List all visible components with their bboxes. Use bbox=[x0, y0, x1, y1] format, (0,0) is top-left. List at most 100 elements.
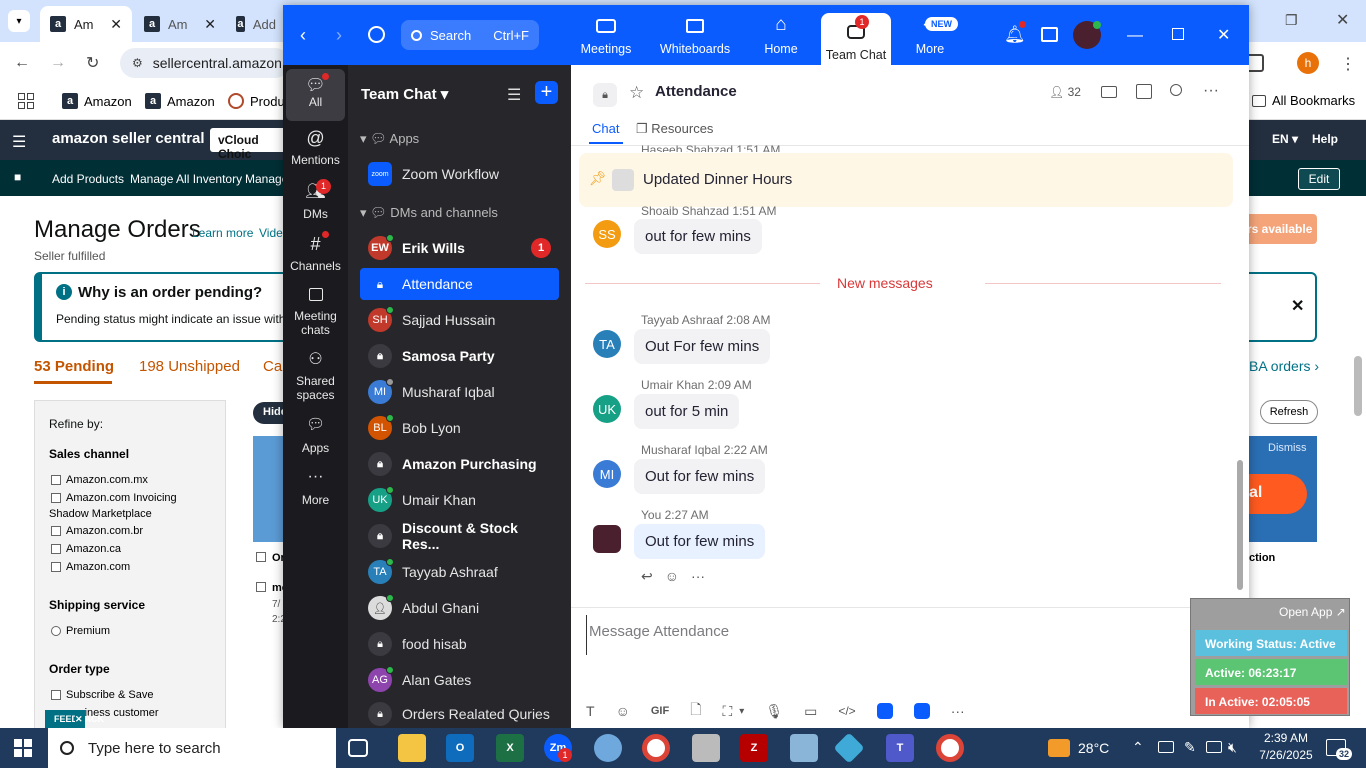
channel-checkbox[interactable]: Amazon.com.br bbox=[51, 525, 143, 537]
emoji-icon[interactable]: ☺︎ bbox=[616, 703, 630, 719]
message-bubble[interactable]: Out for few mins bbox=[634, 524, 766, 559]
volume-muted-icon[interactable]: 🔇︎ bbox=[1228, 739, 1237, 756]
dismiss-link[interactable]: Dismiss bbox=[1268, 442, 1307, 454]
restore-window-icon[interactable]: ❐ bbox=[1285, 12, 1298, 29]
members-count[interactable]: 👤︎ 32 bbox=[1049, 85, 1081, 99]
site-info-icon[interactable]: ⚙ bbox=[132, 56, 143, 70]
browser-tab[interactable]: a Add bbox=[226, 6, 286, 42]
avatar[interactable] bbox=[593, 525, 621, 553]
channel-checkbox[interactable]: Amazon.com bbox=[51, 561, 130, 573]
emoji-reaction-icon[interactable]: ☺︎ bbox=[665, 568, 679, 585]
help-link[interactable]: Help bbox=[1312, 132, 1338, 146]
list-item-attendance[interactable]: 🔒︎ Attendance bbox=[360, 268, 559, 300]
clock[interactable]: 2:39 AM 7/26/2025 bbox=[1256, 731, 1316, 762]
fba-orders-link[interactable]: BA orders › bbox=[1249, 358, 1319, 374]
close-info-icon[interactable]: ✕ bbox=[1291, 296, 1304, 316]
apps-section-header[interactable]: ▾ 💬︎ Apps bbox=[360, 131, 419, 147]
video-message-icon[interactable]: ▭ bbox=[804, 703, 817, 720]
list-item-abdul-ghani[interactable]: 👤︎ Abdul Ghani bbox=[360, 592, 559, 624]
calendar-icon[interactable] bbox=[1041, 27, 1058, 42]
avatar[interactable]: MI bbox=[593, 460, 621, 488]
channel-checkbox[interactable]: Amazon.com Invoicing bbox=[51, 492, 177, 504]
filezilla-icon[interactable]: Z bbox=[740, 734, 768, 762]
tab-search-chevron-icon[interactable]: ▾ bbox=[8, 10, 30, 32]
list-item-sajjad-hussain[interactable]: SH Sajjad Hussain bbox=[360, 304, 559, 336]
zoom-docs-icon[interactable] bbox=[876, 703, 893, 719]
nav-add-products[interactable]: Add Products bbox=[52, 172, 124, 186]
rail-mentions[interactable]: @ Mentions bbox=[286, 127, 345, 173]
bookmark-item[interactable]: a Amazon bbox=[62, 93, 132, 109]
close-icon[interactable]: ✕ bbox=[1217, 25, 1230, 45]
home-tab[interactable]: ⌂ Home bbox=[755, 15, 807, 57]
bookmark-icon[interactable]: ■ bbox=[14, 170, 21, 184]
page-scrollbar-thumb[interactable] bbox=[1354, 356, 1362, 416]
message-input[interactable]: Message Attendance bbox=[586, 615, 1186, 655]
account-selector[interactable]: vCloud Choic bbox=[210, 128, 290, 161]
tab-pending[interactable]: 53 Pending bbox=[34, 358, 114, 375]
history-icon[interactable] bbox=[368, 26, 385, 43]
dms-section-header[interactable]: ▾ 💬︎ DMs and channels bbox=[360, 205, 498, 221]
whiteboard-share-icon[interactable] bbox=[913, 703, 930, 719]
forward-icon[interactable]: → bbox=[50, 54, 66, 72]
new-chat-button[interactable]: + bbox=[535, 81, 558, 104]
rail-meeting-chats[interactable]: Meeting chats bbox=[286, 285, 345, 343]
screenshot-icon[interactable]: ⛶ bbox=[722, 703, 732, 720]
channel-checkbox[interactable]: Amazon.ca bbox=[51, 543, 121, 555]
browser-tab-active[interactable]: a Am ✕ bbox=[40, 6, 132, 42]
promo-cta-button[interactable]: al bbox=[1245, 474, 1307, 514]
calendar-icon[interactable] bbox=[1136, 84, 1152, 99]
list-item-samosa-party[interactable]: 🔒︎ Samosa Party bbox=[360, 340, 559, 372]
maximize-icon[interactable] bbox=[1172, 28, 1184, 40]
chevron-down-icon[interactable]: ▾ bbox=[739, 706, 744, 717]
back-icon[interactable]: ‹ bbox=[300, 25, 306, 46]
orders-available-banner[interactable]: rs available bbox=[1247, 214, 1317, 244]
browser-tab[interactable]: a Am ✕ bbox=[134, 6, 226, 42]
close-tab-icon[interactable]: ✕ bbox=[204, 16, 216, 33]
list-item-tayyab-ashraaf[interactable]: TA Tayyab Ashraaf bbox=[360, 556, 559, 588]
nav-manage[interactable]: Manage bbox=[245, 172, 288, 186]
profile-avatar[interactable]: h bbox=[1297, 52, 1319, 74]
gif-icon[interactable]: GIF bbox=[651, 705, 669, 717]
message-bubble[interactable]: Out for few mins bbox=[634, 459, 766, 494]
code-snippet-icon[interactable]: </> bbox=[838, 704, 855, 718]
tray-chevron-icon[interactable]: ⌃ bbox=[1132, 739, 1144, 756]
close-feedback-icon[interactable]: ✕ bbox=[75, 710, 85, 728]
more-options-icon[interactable]: ··· bbox=[1203, 82, 1219, 100]
more-tools-icon[interactable]: ··· bbox=[951, 703, 965, 719]
open-app-link[interactable]: Open App ↗ bbox=[1279, 605, 1346, 619]
rail-channels[interactable]: # Channels bbox=[286, 233, 345, 279]
chrome-icon[interactable] bbox=[936, 734, 964, 762]
display-icon[interactable] bbox=[1206, 741, 1222, 753]
list-item-amazon-purchasing[interactable]: 🔒︎ Amazon Purchasing bbox=[360, 448, 559, 480]
message-bubble[interactable]: out for 5 min bbox=[634, 394, 740, 429]
edit-nav-button[interactable]: Edit bbox=[1298, 168, 1340, 190]
select-all-checkbox[interactable]: Or bbox=[256, 552, 285, 564]
notifications-bell-icon[interactable]: 🔔︎ bbox=[1004, 25, 1026, 45]
reload-icon[interactable]: ↻ bbox=[86, 53, 99, 73]
refresh-button[interactable]: Refresh bbox=[1260, 400, 1318, 424]
list-item-alan-gates[interactable]: AG Alan Gates bbox=[360, 664, 559, 696]
browser-menu-icon[interactable]: ⋮ bbox=[1340, 54, 1356, 74]
team-chat-tab[interactable]: 1 Team Chat bbox=[821, 13, 891, 65]
pen-icon[interactable]: ✎ bbox=[1184, 739, 1196, 756]
teams-icon[interactable]: T bbox=[886, 734, 914, 762]
taskbar-search[interactable]: Type here to search bbox=[48, 728, 336, 768]
tab-resources[interactable]: ❐ Resources bbox=[636, 121, 713, 137]
file-icon[interactable]: 🗋︎ bbox=[690, 699, 701, 723]
weather-icon[interactable] bbox=[1048, 739, 1070, 757]
list-item-zoom-workflow[interactable]: zoom Zoom Workflow bbox=[360, 158, 559, 190]
pinned-message[interactable]: 📌︎ Updated Dinner Hours bbox=[579, 153, 1233, 207]
list-item-umair-khan[interactable]: UK Umair Khan bbox=[360, 484, 559, 516]
star-icon[interactable]: ☆ bbox=[629, 83, 644, 103]
list-item-food-hisab[interactable]: 🔒︎ food hisab bbox=[360, 628, 559, 660]
rail-more[interactable]: ··· More bbox=[286, 467, 345, 513]
text-format-icon[interactable]: T bbox=[586, 703, 595, 719]
windows-start-icon[interactable] bbox=[14, 739, 32, 757]
nav-manage-inventory[interactable]: Manage All Inventory bbox=[130, 172, 242, 186]
back-icon[interactable]: ← bbox=[14, 54, 30, 72]
channel-checkbox[interactable]: Amazon.com.mx bbox=[51, 474, 148, 486]
message-bubble[interactable]: out for few mins bbox=[634, 219, 762, 254]
avatar[interactable]: UK bbox=[593, 395, 621, 423]
file-explorer-icon[interactable] bbox=[398, 734, 426, 762]
avatar[interactable]: TA bbox=[593, 330, 621, 358]
